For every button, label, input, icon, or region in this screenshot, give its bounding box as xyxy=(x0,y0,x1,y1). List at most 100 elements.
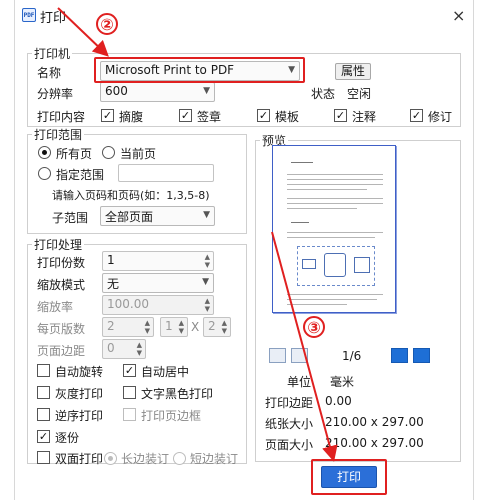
grayscale-label: 灰度打印 xyxy=(55,387,104,401)
auto-center-label: 自动居中 xyxy=(141,365,190,379)
duplex-label: 双面打印 xyxy=(55,452,104,466)
page-preview xyxy=(272,145,396,313)
subrange-label: 子范围 xyxy=(52,211,89,225)
diagram-thumbnail xyxy=(297,246,375,286)
print-content-label: 打印内容 xyxy=(37,110,86,124)
step-2-marker: ② xyxy=(96,13,118,35)
black-text-checkbox[interactable] xyxy=(123,386,136,399)
copies-value: 1 xyxy=(107,253,115,267)
range-hint: 请输入页码和页码(如：1,3,5-8) xyxy=(52,189,210,202)
unit-label: 单位 xyxy=(287,375,312,389)
app-icon: PDF xyxy=(22,8,36,22)
layout-cols-value: 1 xyxy=(165,319,173,333)
spin-arrows-icon: ▲ ▼ xyxy=(178,319,184,335)
grayscale-checkbox[interactable] xyxy=(37,386,50,399)
scale-value: 100.00 xyxy=(107,297,149,311)
page-margin-label: 页面边距 xyxy=(37,344,86,358)
close-icon[interactable]: × xyxy=(452,6,465,25)
short-edge-label: 短边装订 xyxy=(190,452,239,466)
dialog-title: 打印 xyxy=(40,11,67,26)
copies-label: 打印份数 xyxy=(37,256,86,270)
content-label-template: 模板 xyxy=(275,110,300,124)
print-margin-value: 0.00 xyxy=(325,394,352,408)
reverse-label: 逆序打印 xyxy=(55,409,104,423)
page-border-checkbox[interactable] xyxy=(123,408,136,421)
pages-per-sheet-value: 2 xyxy=(107,319,115,333)
printer-highlight-box xyxy=(94,57,305,83)
duplex-checkbox[interactable] xyxy=(37,451,50,464)
printer-name-label: 名称 xyxy=(37,66,62,80)
page-size-label: 页面大小 xyxy=(265,438,314,452)
content-label-signature: 签章 xyxy=(197,110,222,124)
page-indicator: 1/6 xyxy=(342,349,362,363)
spin-arrows-icon: ▲ ▼ xyxy=(144,319,150,335)
step-3-marker: ③ xyxy=(303,316,325,338)
spin-arrows-icon: ▲ ▼ xyxy=(221,319,227,335)
auto-center-checkbox[interactable]: ✓ xyxy=(123,364,136,377)
auto-rotate-checkbox[interactable] xyxy=(37,364,50,377)
black-text-label: 文字黑色打印 xyxy=(141,387,214,401)
layout-cols-stepper[interactable]: 1 ▲ ▼ xyxy=(160,317,188,337)
content-label-annotation: 注释 xyxy=(352,110,377,124)
unit-value: 毫米 xyxy=(330,375,355,389)
range-input[interactable] xyxy=(118,164,214,182)
next-page-icon[interactable] xyxy=(391,348,408,363)
first-page-icon[interactable] xyxy=(269,348,286,363)
print-range-legend: 打印范围 xyxy=(34,128,83,142)
range-all-label: 所有页 xyxy=(56,147,93,161)
page-size-value: 210.00 x 297.00 xyxy=(325,436,424,450)
scale-mode-label: 缩放模式 xyxy=(37,278,86,292)
collate-checkbox[interactable]: ✓ xyxy=(37,430,50,443)
paper-size-label: 纸张大小 xyxy=(265,417,314,431)
layout-x-label: X xyxy=(191,320,200,334)
scale-label: 缩放率 xyxy=(37,300,74,314)
scale-mode-select[interactable]: 无 ▼ xyxy=(102,273,214,293)
content-label-abstract: 摘腹 xyxy=(119,110,144,124)
range-specified-radio[interactable] xyxy=(38,167,51,180)
last-page-icon[interactable] xyxy=(413,348,430,363)
range-current-label: 当前页 xyxy=(120,147,157,161)
scale-mode-value: 无 xyxy=(107,277,120,291)
content-checkbox-signature[interactable]: ✓ xyxy=(179,109,192,122)
subrange-select[interactable]: 全部页面 ▼ xyxy=(100,206,215,226)
auto-rotate-label: 自动旋转 xyxy=(55,365,104,379)
prev-page-icon[interactable] xyxy=(291,348,308,363)
range-current-radio[interactable] xyxy=(102,146,115,159)
long-edge-radio[interactable] xyxy=(104,452,117,465)
short-edge-radio[interactable] xyxy=(173,452,186,465)
chevron-down-icon: ▼ xyxy=(203,210,210,220)
range-all-radio[interactable] xyxy=(38,146,51,159)
status-value: 空闲 xyxy=(347,87,372,101)
resolution-select[interactable]: 600 ▼ xyxy=(100,82,215,102)
printer-group-legend: 打印机 xyxy=(34,47,71,61)
copies-stepper[interactable]: 1 ▲ ▼ xyxy=(102,251,214,271)
page-margin-value: 0 xyxy=(107,341,115,355)
subrange-select-value: 全部页面 xyxy=(105,210,154,224)
layout-rows-stepper[interactable]: 2 ▲ ▼ xyxy=(203,317,231,337)
content-checkbox-abstract[interactable]: ✓ xyxy=(101,109,114,122)
content-checkbox-revision[interactable]: ✓ xyxy=(410,109,423,122)
print-margin-label: 打印边距 xyxy=(265,396,314,410)
long-edge-label: 长边装订 xyxy=(121,452,170,466)
resolution-select-value: 600 xyxy=(105,84,128,98)
resolution-label: 分辨率 xyxy=(37,87,74,101)
layout-rows-value: 2 xyxy=(208,319,216,333)
reverse-checkbox[interactable] xyxy=(37,408,50,421)
paper-size-value: 210.00 x 297.00 xyxy=(325,415,424,429)
collate-label: 逐份 xyxy=(55,431,80,445)
spin-arrows-icon: ▲ ▼ xyxy=(136,341,142,357)
content-checkbox-annotation[interactable]: ✓ xyxy=(334,109,347,122)
page-border-label: 打印页边框 xyxy=(141,409,202,423)
scale-stepper[interactable]: 100.00 ▲ ▼ xyxy=(102,295,214,315)
status-label: 状态 xyxy=(311,87,336,101)
properties-button[interactable]: 属性 xyxy=(335,63,371,80)
pages-per-sheet-label: 每页版数 xyxy=(37,322,86,336)
print-processing-legend: 打印处理 xyxy=(34,238,83,252)
spin-arrows-icon: ▲ ▼ xyxy=(204,297,210,313)
chevron-down-icon: ▼ xyxy=(203,86,210,96)
page-margin-stepper[interactable]: 0 ▲ ▼ xyxy=(102,339,146,359)
pages-per-sheet-stepper[interactable]: 2 ▲ ▼ xyxy=(102,317,154,337)
range-specified-label: 指定范围 xyxy=(56,168,105,182)
content-label-revision: 修订 xyxy=(428,110,453,124)
content-checkbox-template[interactable]: ✓ xyxy=(257,109,270,122)
